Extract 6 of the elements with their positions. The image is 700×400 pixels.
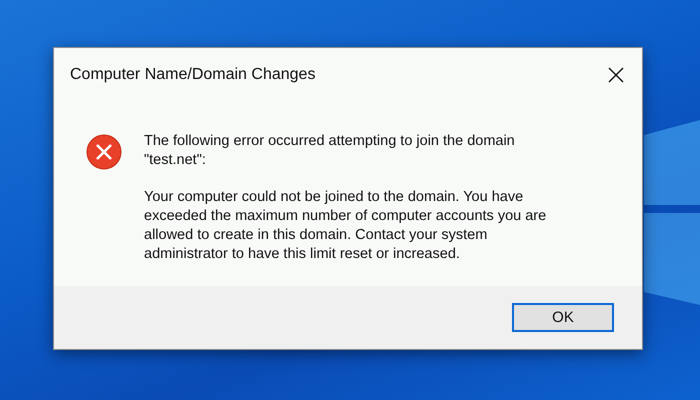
close-icon[interactable] <box>608 67 624 83</box>
error-heading: The following error occurred attempting to join the domain "test.net": <box>144 132 516 170</box>
error-detail: Your computer could not be joined to the domain. You have exceeded the maximum number of computer accounts you are allowed to create in this domain. Contact your system administrator to have this limit reset or increased. <box>144 188 548 264</box>
window-title: Computer Name/Domain Changes <box>70 66 316 84</box>
ok-button[interactable]: OK <box>512 303 614 332</box>
error-icon <box>86 134 122 170</box>
